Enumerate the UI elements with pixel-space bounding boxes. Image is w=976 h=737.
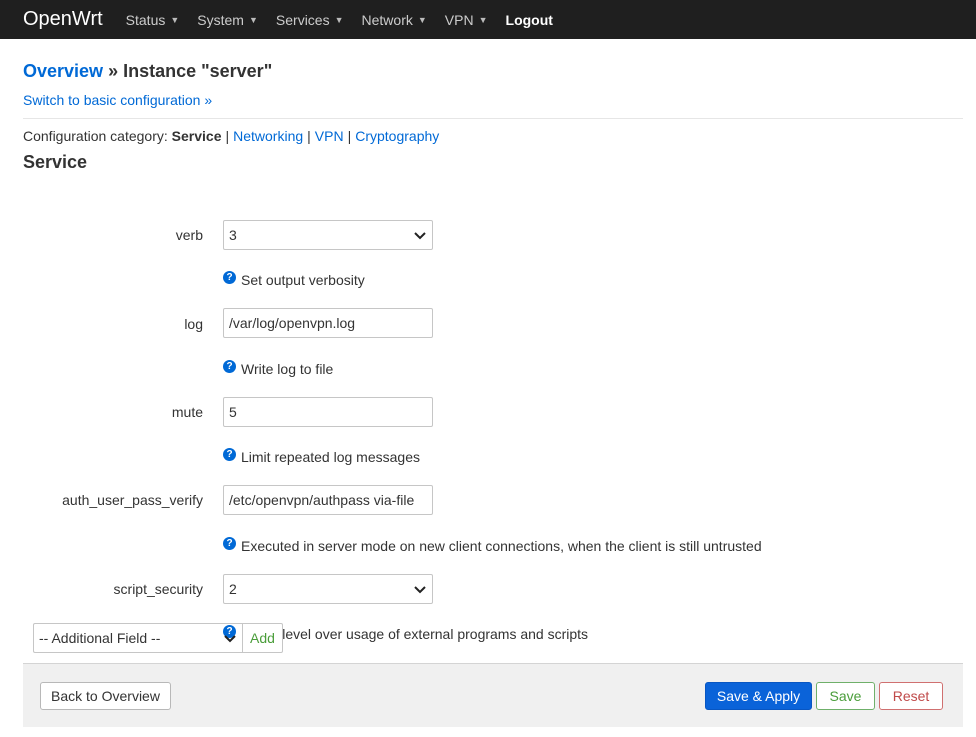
nav-logout[interactable]: Logout <box>506 12 553 28</box>
category-separator: | <box>347 128 352 144</box>
category-separator: | <box>307 128 311 144</box>
script-security-help-text: Policy level over usage of external prog… <box>241 626 589 642</box>
nav-status[interactable]: Status ▼ <box>126 12 180 28</box>
auth-user-pass-verify-input[interactable]: /etc/openvpn/authpass via-file <box>223 485 433 515</box>
log-label: log <box>184 316 203 332</box>
category-cryptography-link[interactable]: Cryptography <box>355 128 439 144</box>
mute-input[interactable]: 5 <box>223 397 433 427</box>
mute-value: 5 <box>229 404 237 420</box>
verb-help: ? Set output verbosity <box>223 270 365 288</box>
verb-select[interactable]: 3 <box>223 220 433 250</box>
mute-help: ? Limit repeated log messages <box>223 447 420 465</box>
help-icon: ? <box>223 270 236 284</box>
form-actions: Back to Overview Save & Apply Save Reset <box>23 663 963 727</box>
caret-down-icon: ▼ <box>478 14 488 25</box>
chevron-down-icon <box>414 232 426 240</box>
save-button[interactable]: Save <box>816 682 875 710</box>
verb-help-text: Set output verbosity <box>241 272 365 288</box>
page-title: Overview » Instance "server" <box>23 61 272 82</box>
script-security-select[interactable]: 2 <box>223 574 433 604</box>
nav-network[interactable]: Network ▼ <box>362 12 427 28</box>
additional-field-group: -- Additional Field -- Add <box>33 623 283 653</box>
category-vpn-link[interactable]: VPN <box>315 128 344 144</box>
log-help: ? Write log to file <box>223 359 334 377</box>
save-apply-button[interactable]: Save & Apply <box>705 682 812 710</box>
nav-vpn[interactable]: VPN ▼ <box>445 12 488 28</box>
script-security-label: script_security <box>113 581 203 597</box>
overview-link[interactable]: Overview <box>23 61 103 81</box>
help-icon: ? <box>223 536 236 550</box>
help-icon: ? <box>223 447 236 461</box>
additional-field-select[interactable]: -- Additional Field -- <box>33 623 242 653</box>
caret-down-icon: ▼ <box>334 14 344 25</box>
back-to-overview-button[interactable]: Back to Overview <box>40 682 171 710</box>
help-icon: ? <box>223 359 236 373</box>
auth-user-pass-verify-value: /etc/openvpn/authpass via-file <box>229 492 415 508</box>
log-help-text: Write log to file <box>241 361 334 377</box>
verb-label: verb <box>175 227 203 243</box>
caret-down-icon: ▼ <box>170 14 180 25</box>
chevron-down-icon <box>224 635 236 643</box>
add-field-button[interactable]: Add <box>242 623 283 653</box>
script-security-value: 2 <box>229 581 237 597</box>
mute-label: mute <box>171 404 203 420</box>
switch-basic-config-link[interactable]: Switch to basic configuration » <box>23 92 212 108</box>
page-title-text: » Instance "server" <box>103 61 273 81</box>
brand-logo[interactable]: OpenWrt <box>23 8 103 31</box>
category-service-active: Service <box>171 128 222 144</box>
nav-label: Services <box>275 11 330 28</box>
log-input[interactable]: /var/log/openvpn.log <box>223 308 433 338</box>
auth-user-pass-verify-label: auth_user_pass_verify <box>62 492 203 508</box>
chevron-down-icon <box>414 586 426 594</box>
divider <box>23 118 963 119</box>
category-nav: Configuration category: Service | Networki… <box>23 128 439 144</box>
mute-help-text: Limit repeated log messages <box>241 449 420 465</box>
nav-services[interactable]: Services ▼ <box>276 12 344 28</box>
auth-user-pass-verify-help: ? Executed in server mode on new client c… <box>223 536 762 554</box>
additional-field-value: -- Additional Field -- <box>39 630 161 646</box>
nav-label: VPN <box>444 11 474 28</box>
category-prefix: Configuration category: <box>23 128 168 144</box>
category-networking-link[interactable]: Networking <box>233 128 303 144</box>
nav-label: Network <box>361 11 413 28</box>
caret-down-icon: ▼ <box>417 14 427 25</box>
log-value: /var/log/openvpn.log <box>229 315 356 331</box>
verb-value: 3 <box>229 227 237 243</box>
nav-label: System <box>197 11 244 28</box>
category-separator: | <box>225 128 230 144</box>
caret-down-icon: ▼ <box>248 14 258 25</box>
top-navbar: OpenWrt Status ▼ System ▼ Services ▼ Networ… <box>0 0 976 39</box>
nav-system[interactable]: System ▼ <box>197 12 258 28</box>
nav-label: Status <box>125 11 166 28</box>
section-title: Service <box>23 152 88 172</box>
auth-user-pass-verify-help-text: Executed in server mode on new client co… <box>241 538 762 554</box>
reset-button[interactable]: Reset <box>879 682 943 710</box>
